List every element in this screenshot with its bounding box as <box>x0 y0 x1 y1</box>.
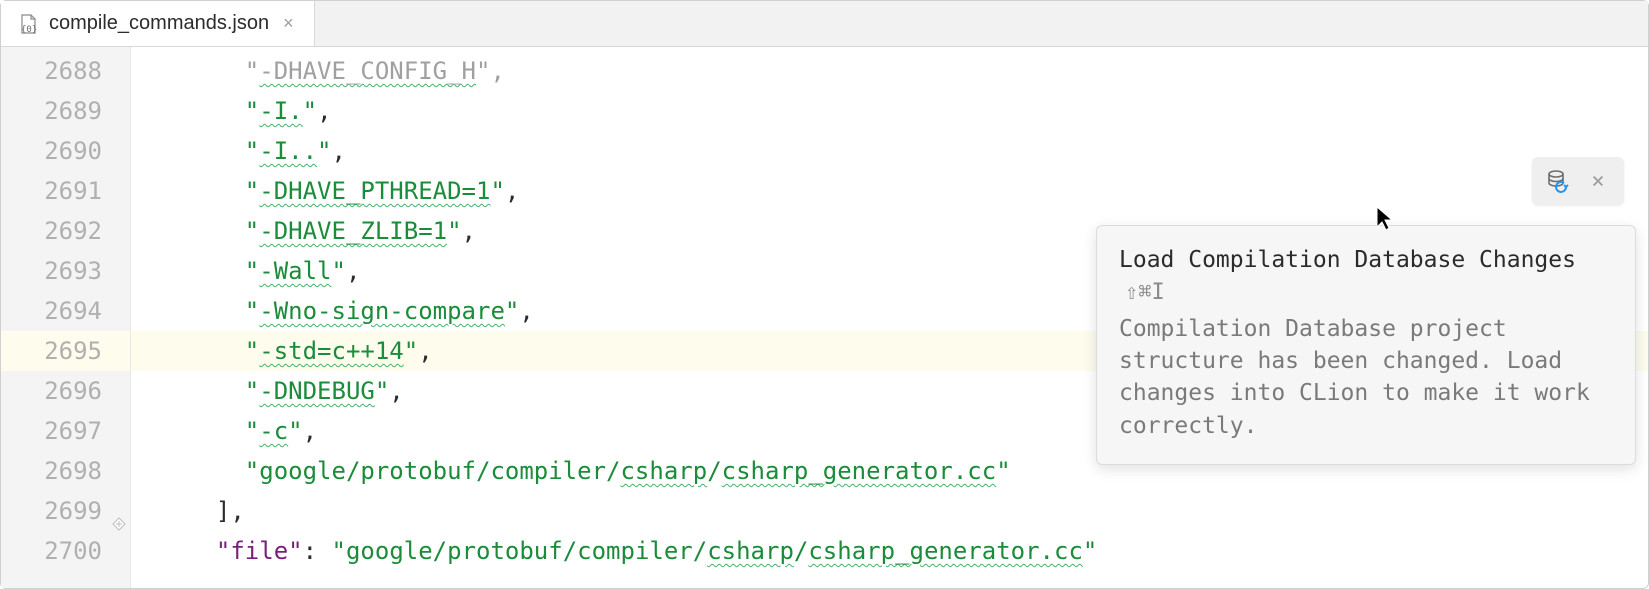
line-number: 2693 <box>1 251 130 291</box>
svg-text:{0}: {0} <box>21 25 37 35</box>
code-line[interactable]: "file": "google/protobuf/compiler/csharp… <box>131 531 1648 571</box>
tab-close-icon[interactable]: × <box>279 13 298 34</box>
gutter: 2688268926902691269226932694269526962697… <box>1 47 131 588</box>
line-number: 2690 <box>1 131 130 171</box>
line-number: 2697 <box>1 411 130 451</box>
line-number: 2696 <box>1 371 130 411</box>
floating-toolbar: × <box>1532 157 1624 205</box>
line-number: 2694 <box>1 291 130 331</box>
tooltip-title: Load Compilation Database Changes <box>1119 247 1576 273</box>
code-line[interactable]: "-I..", <box>131 131 1648 171</box>
code-line[interactable]: "-I.", <box>131 91 1648 131</box>
editor-tab[interactable]: {0} compile_commands.json × <box>1 1 315 46</box>
editor[interactable]: 2688268926902691269226932694269526962697… <box>1 47 1648 588</box>
line-number: 2689 <box>1 91 130 131</box>
code-line[interactable]: "-DHAVE_CONFIG_H", <box>131 51 1648 91</box>
tab-bar: {0} compile_commands.json × <box>1 1 1648 47</box>
line-number: 2688 <box>1 51 130 91</box>
reload-database-button[interactable] <box>1538 161 1578 201</box>
line-number: 2691 <box>1 171 130 211</box>
toolbar-close-icon[interactable]: × <box>1578 161 1618 201</box>
tooltip-body: Compilation Database project structure h… <box>1119 313 1613 442</box>
line-number: 2695 <box>1 331 130 371</box>
json-file-icon: {0} <box>17 13 39 35</box>
tooltip: Load Compilation Database Changes ⇧⌘I Co… <box>1096 225 1636 465</box>
line-number: 2698 <box>1 451 130 491</box>
fold-handle-icon[interactable] <box>110 503 126 519</box>
code-line[interactable]: "-DHAVE_PTHREAD=1", <box>131 171 1648 211</box>
line-number: 2699 <box>1 491 130 531</box>
code-line[interactable]: ], <box>131 491 1648 531</box>
tooltip-shortcut: ⇧⌘I <box>1125 280 1165 305</box>
tab-filename: compile_commands.json <box>49 12 269 35</box>
line-number: 2692 <box>1 211 130 251</box>
line-number: 2700 <box>1 531 130 571</box>
